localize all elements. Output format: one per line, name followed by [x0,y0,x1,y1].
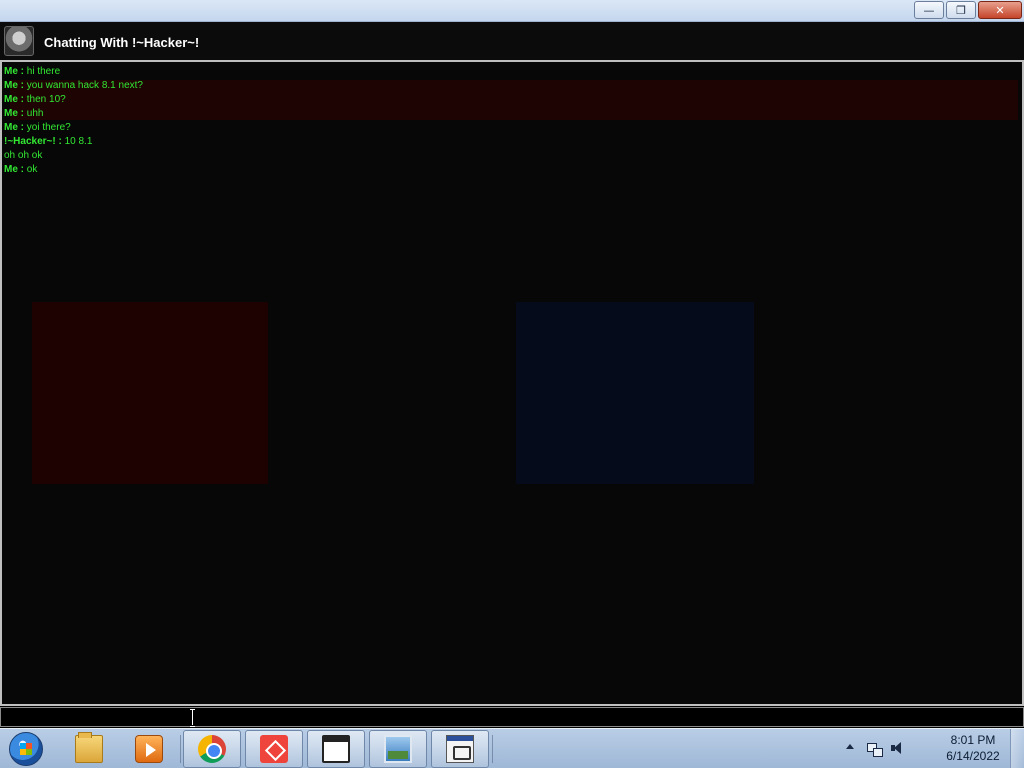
taskbar-item-media-player[interactable] [120,730,178,768]
chat-header: Chatting With !~Hacker~! [0,22,1024,60]
exe-icon [446,735,474,763]
background-ghost-panel-right [516,302,754,484]
taskbar-item-exe[interactable] [431,730,489,768]
message-list: Me : hi there Me : you wanna hack 8.1 nex… [4,65,143,177]
message-sender: Me : [4,94,24,105]
picture-icon [384,735,412,763]
chat-message: Me : yoi there? [4,121,143,135]
taskbar-item-anydesk[interactable] [245,730,303,768]
chrome-icon [198,735,226,763]
chat-message: Me : you wanna hack 8.1 next? [4,79,143,93]
message-text: hi there [24,66,61,77]
window-icon [322,735,350,763]
network-icon[interactable] [866,740,883,757]
system-clock[interactable]: 8:01 PM 6/14/2022 [928,732,1018,766]
taskbar-item-window[interactable] [307,730,365,768]
taskbar-item-chrome[interactable] [183,730,241,768]
message-input[interactable] [0,707,1024,727]
chat-message: Me : uhh [4,107,143,121]
clock-time: 8:01 PM [950,733,996,747]
taskbar-separator [492,735,493,763]
volume-icon[interactable] [890,740,908,756]
clock-date: 6/14/2022 [946,749,1000,763]
message-sender: !~Hacker~! : [4,136,62,147]
taskbar-item-picture[interactable] [369,730,427,768]
message-sender: Me : [4,122,24,133]
message-sender: Me : [4,80,24,91]
maximize-button[interactable]: ❐ [946,1,976,19]
message-sender: Me : [4,108,24,119]
message-text: then 10? [24,94,66,105]
close-button[interactable]: ✕ [978,1,1022,19]
message-text: uhh [24,108,44,119]
chat-message: oh oh ok [4,149,143,163]
message-text: 10 8.1 [61,136,93,147]
message-sender: Me : [4,66,24,77]
taskbar-separator [180,735,181,763]
chat-history[interactable]: Me : hi there Me : you wanna hack 8.1 nex… [0,60,1024,706]
media-player-icon [135,735,163,763]
show-desktop-button[interactable] [1010,729,1024,768]
show-hidden-icons-chevron-up-icon[interactable] [844,740,856,752]
message-sender: Me : [4,164,24,175]
message-text: ok [24,164,38,175]
contact-avatar-icon [4,26,34,56]
chat-message: Me : hi there [4,65,143,79]
windows-logo-icon [9,732,43,766]
chat-message: !~Hacker~! : 10 8.1 [4,135,143,149]
window-titlebar[interactable]: — ❐ ✕ [0,0,1024,22]
chat-title: Chatting With !~Hacker~! [44,35,200,50]
chat-message: Me : then 10? [4,93,143,107]
caption-buttons: — ❐ ✕ [912,1,1022,19]
background-ghost-banner [10,80,1018,120]
message-text: you wanna hack 8.1 next? [24,80,143,91]
folder-icon [75,732,103,763]
text-cursor-icon [190,709,196,727]
minimize-button[interactable]: — [914,1,944,19]
taskbar-item-explorer[interactable] [60,730,118,768]
background-ghost-panel-left [32,302,268,484]
anydesk-icon [260,735,288,763]
chat-message: Me : ok [4,163,143,177]
message-text: oh oh ok [4,150,43,161]
message-text: yoi there? [24,122,71,133]
start-button[interactable] [4,730,48,768]
